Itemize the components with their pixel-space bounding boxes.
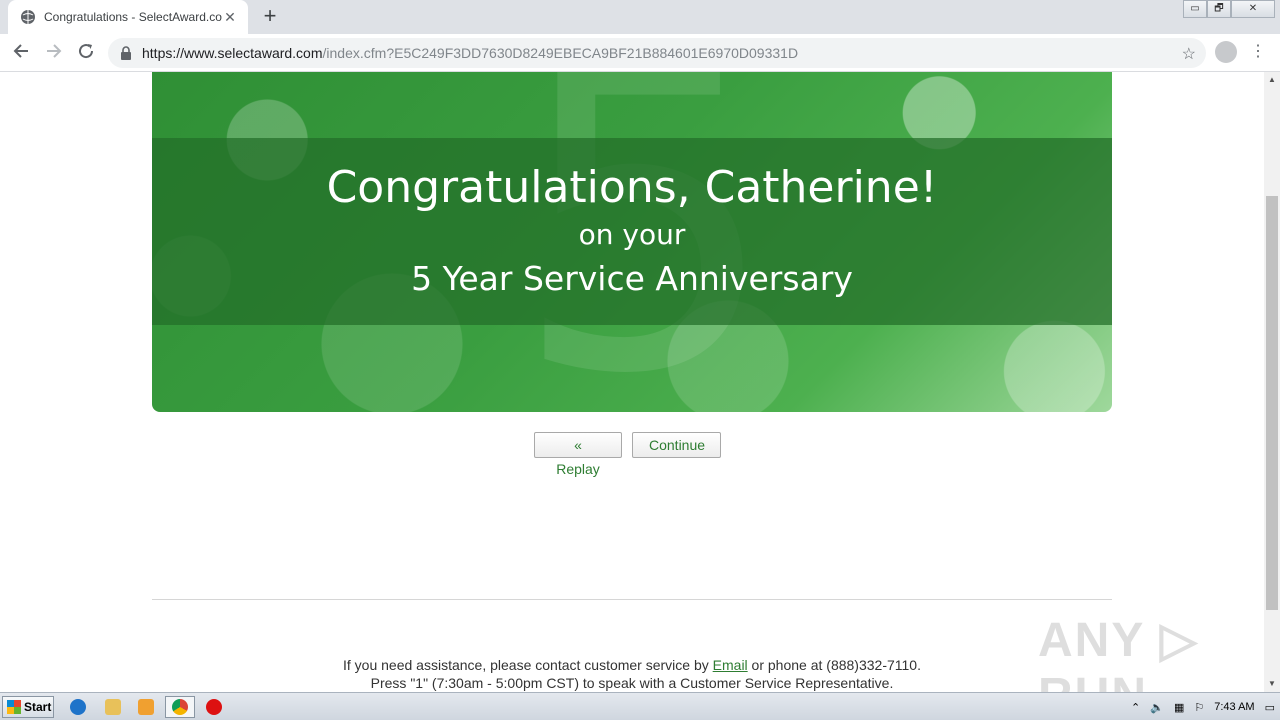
taskbar-ie-icon[interactable]	[63, 696, 93, 718]
footer-divider	[152, 599, 1112, 600]
network-icon[interactable]: ▦	[1174, 701, 1184, 714]
media-player-icon	[138, 699, 154, 715]
taskbar-explorer-icon[interactable]	[98, 696, 128, 718]
hero-subline: on your	[578, 218, 686, 251]
minimize-button[interactable]: ▭	[1183, 0, 1207, 18]
hero-anniversary-text: 5 Year Service Anniversary	[411, 259, 853, 298]
browser-toolbar: https://www.selectaward.com/index.cfm?E5…	[0, 34, 1280, 72]
windows-flag-icon	[7, 700, 21, 714]
url-domain: https://www.selectaward.com	[142, 45, 323, 61]
scroll-up-arrow-icon[interactable]: ▲	[1264, 72, 1280, 88]
taskbar-stop-icon[interactable]	[199, 696, 229, 718]
forward-arrow-icon[interactable]	[43, 42, 65, 64]
taskbar-media-icon[interactable]	[131, 696, 161, 718]
browser-tab[interactable]: Congratulations - SelectAward.com ✕	[8, 0, 248, 34]
lock-icon	[121, 46, 131, 60]
support-footer: If you need assistance, please contact c…	[152, 656, 1112, 692]
back-arrow-icon[interactable]	[10, 42, 32, 64]
tab-close-icon[interactable]: ✕	[222, 9, 238, 26]
scrollbar-thumb[interactable]	[1266, 196, 1278, 610]
address-bar[interactable]: https://www.selectaward.com/index.cfm?E5…	[108, 38, 1206, 68]
tray-expand-icon[interactable]: ⌃	[1131, 701, 1140, 714]
close-window-button[interactable]: ✕	[1231, 0, 1275, 18]
url-text: https://www.selectaward.com/index.cfm?E5…	[142, 45, 798, 61]
clock[interactable]: 7:43 AM	[1214, 701, 1254, 713]
footer-text-a: If you need assistance, please contact c…	[343, 657, 713, 673]
start-button[interactable]: Start	[2, 696, 54, 718]
action-buttons: « Replay Continue	[534, 432, 721, 477]
restore-button[interactable]: 🗗	[1207, 0, 1231, 18]
replay-button[interactable]: « Replay	[534, 432, 622, 477]
volume-icon[interactable]: 🔈	[1150, 701, 1164, 714]
hero-message-band: Congratulations, Catherine! on your 5 Ye…	[152, 138, 1112, 325]
show-desktop-icon[interactable]: ▭	[1265, 701, 1275, 714]
windows-taskbar: Start ⌃ 🔈 ▦ ⚐ 7:43 AM ▭	[0, 692, 1280, 720]
anniversary-hero-banner: 5 Congratulations, Catherine! on your 5 …	[152, 72, 1112, 412]
menu-kebab-icon[interactable]: ⋮	[1250, 42, 1266, 62]
new-tab-button[interactable]: +	[258, 5, 282, 29]
email-link[interactable]: Email	[713, 657, 748, 673]
scroll-down-arrow-icon[interactable]: ▼	[1264, 676, 1280, 692]
internet-explorer-icon	[70, 699, 86, 715]
profile-avatar-icon[interactable]	[1215, 41, 1237, 63]
action-center-flag-icon[interactable]: ⚐	[1194, 701, 1204, 714]
tab-title: Congratulations - SelectAward.com	[44, 10, 222, 24]
system-tray: ⌃ 🔈 ▦ ⚐ 7:43 AM ▭	[1126, 693, 1280, 721]
window-controls: ▭ 🗗 ✕	[1183, 0, 1275, 18]
stop-icon	[206, 699, 222, 715]
footer-line-2: Press "1" (7:30am - 5:00pm CST) to speak…	[370, 675, 894, 691]
continue-button[interactable]: Continue	[632, 432, 721, 458]
footer-line-1: If you need assistance, please contact c…	[152, 656, 1112, 674]
anyrun-watermark: ANY ▷ RUN	[1038, 614, 1199, 692]
page-viewport: 5 Congratulations, Catherine! on your 5 …	[0, 72, 1264, 692]
browser-tab-strip: Congratulations - SelectAward.com ✕ + ▭ …	[0, 0, 1280, 34]
taskbar-chrome-icon[interactable]	[165, 696, 195, 718]
start-label: Start	[24, 700, 52, 714]
bookmark-star-icon[interactable]: ☆	[1182, 44, 1196, 64]
reload-icon[interactable]	[75, 42, 97, 64]
footer-text-b: or phone at (888)332-7110.	[747, 657, 921, 673]
folder-icon	[105, 699, 121, 715]
globe-icon	[21, 10, 35, 24]
url-path: /index.cfm?E5C249F3DD7630D8249EBECA9BF21…	[322, 45, 799, 61]
vertical-scrollbar[interactable]: ▲ ▼	[1264, 72, 1280, 692]
chrome-icon	[172, 699, 188, 715]
hero-headline: Congratulations, Catherine!	[326, 162, 938, 213]
